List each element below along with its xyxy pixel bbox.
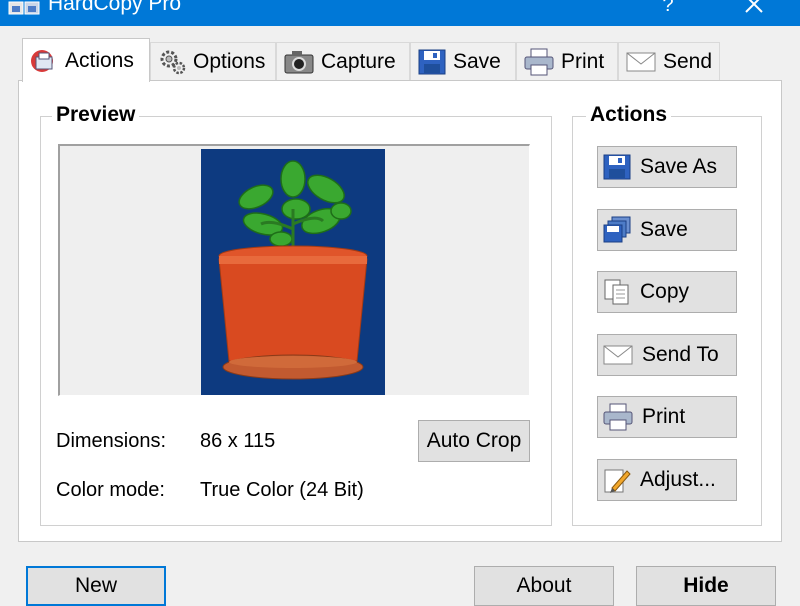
send-to-button[interactable]: Send To [597,334,737,376]
tab-options[interactable]: Options [150,42,276,80]
tab-send[interactable]: Send [618,42,720,80]
new-button[interactable]: New [26,566,166,606]
tab-label: Print [561,49,605,73]
actions-icon [31,49,53,72]
title-bar: HardCopy Pro ? [0,0,800,26]
new-label: New [74,574,117,597]
tab-label: Save [453,49,501,73]
save-as-button[interactable]: Save As [597,146,737,188]
preview-title: Preview [52,103,140,127]
tab-actions[interactable]: Actions [22,38,150,82]
plant-pot-image [218,160,368,380]
save-multiple-icon [603,216,631,243]
auto-crop-label: Auto Crop [426,429,522,452]
help-button[interactable]: ? [656,0,680,17]
dimensions-label: Dimensions: [56,430,167,452]
adjust-button[interactable]: Adjust... [597,459,737,501]
copy-label: Copy [640,280,690,303]
tab-label: Actions [65,48,134,72]
envelope-icon [603,345,633,365]
hide-label: Hide [683,574,729,597]
auto-crop-button[interactable]: Auto Crop [418,420,530,462]
envelope-icon [626,52,656,71]
save-label: Save [640,218,688,241]
tab-save[interactable]: Save [410,42,516,80]
tab-label: Options [193,49,266,73]
gear-icon [160,50,186,74]
tab-label: Capture [321,49,396,73]
floppy-icon [603,154,631,180]
copy-icon [604,279,629,305]
app-icon [8,1,40,15]
save-button[interactable]: Save [597,209,737,251]
print-button[interactable]: Print [597,396,737,438]
about-button[interactable]: About [474,566,614,606]
close-icon[interactable] [740,0,768,20]
tab-capture[interactable]: Capture [276,42,410,80]
floppy-icon [418,49,446,74]
adjust-label: Adjust... [640,468,716,491]
print-label: Print [642,405,686,428]
printer-icon [524,48,554,75]
actions-title: Actions [586,103,672,127]
color-mode-label: Color mode: [56,479,165,501]
tab-print[interactable]: Print [516,42,618,80]
about-label: About [516,574,572,597]
preview-image [201,149,385,395]
dimensions-value: 86 x 115 [200,430,276,452]
copy-button[interactable]: Copy [597,271,737,313]
window-title: HardCopy Pro [48,0,182,15]
tab-label: Send [663,49,713,73]
printer-icon [603,403,633,431]
save-as-label: Save As [640,155,718,178]
pencil-icon [604,469,631,493]
color-mode-value: True Color (24 Bit) [200,479,364,501]
send-to-label: Send To [642,343,719,366]
camera-icon [284,50,314,73]
hide-button[interactable]: Hide [636,566,776,606]
